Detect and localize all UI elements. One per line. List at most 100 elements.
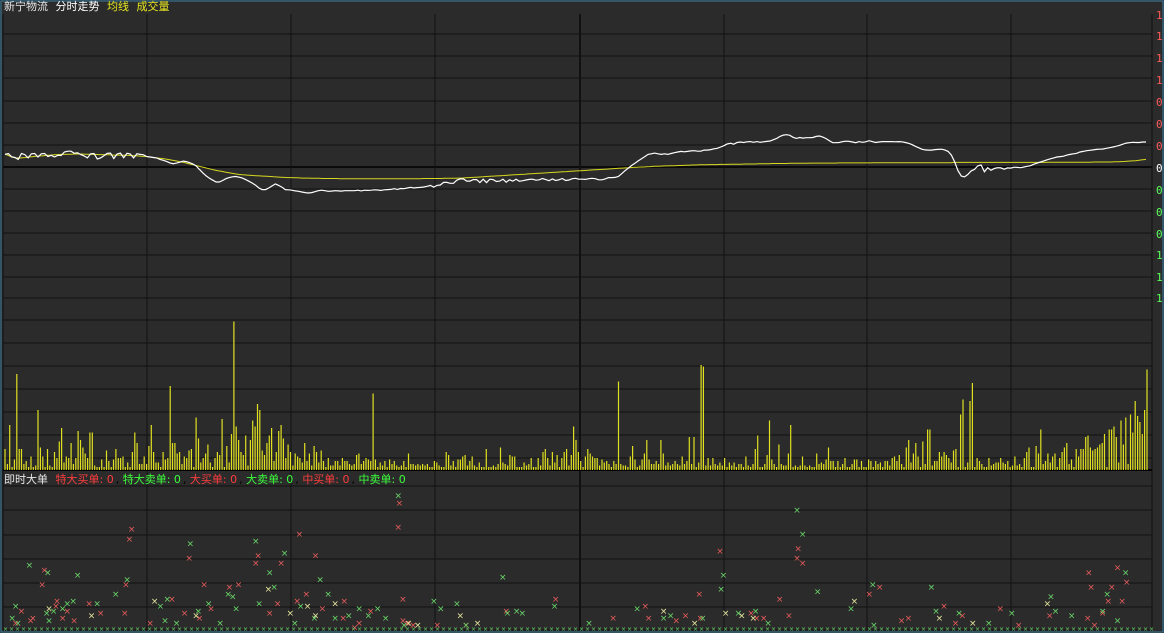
- order-mark-sell: ×: [1114, 616, 1122, 626]
- order-mark-sell: ×: [504, 609, 512, 619]
- stock-name[interactable]: 新宁物流: [4, 0, 48, 13]
- stat-big-buy: 大买单: 0: [189, 473, 238, 486]
- order-mark-buy: ×: [126, 535, 134, 545]
- order-mark-buy: ×: [940, 602, 948, 612]
- order-mark-sell: ×: [355, 604, 363, 614]
- order-mark-buy: ×: [866, 590, 874, 600]
- order-mark-buy: ×: [794, 544, 802, 554]
- order-mark-neutral: ×: [88, 612, 96, 622]
- order-mark-sell: ×: [74, 571, 82, 581]
- order-mark-buy: ×: [1087, 583, 1095, 593]
- order-mark-buy: ×: [185, 554, 193, 564]
- order-mark-sell: ×: [69, 597, 77, 607]
- order-mark-sell: ×: [205, 600, 213, 610]
- order-mark-sell: ×: [255, 600, 263, 610]
- avg-line-legend[interactable]: 均线: [107, 0, 129, 13]
- order-mark-neutral: ×: [192, 612, 200, 622]
- chart-canvas[interactable]: ××××××××××××× ×××××××××××× ×××××××××××××××…: [0, 0, 1164, 633]
- axis-tick-label: 0: [1156, 184, 1163, 197]
- big-order-header: 即时大单 特大买单: 0, 特大卖单: 0, 大买单: 0, 大卖单: 0, 中…: [4, 473, 406, 486]
- stat-mid-sell: 中卖单: 0: [358, 473, 406, 486]
- order-mark-buy: ×: [296, 530, 304, 540]
- order-mark-buy: ×: [266, 609, 274, 619]
- order-mark-sell: ×: [799, 530, 807, 540]
- stat-big-sell: 大卖单: 0: [246, 473, 294, 486]
- order-mark-buy: ×: [319, 604, 327, 614]
- order-mark-buy: ×: [905, 614, 913, 624]
- order-mark-sell: ×: [395, 492, 403, 502]
- order-mark-buy: ×: [785, 612, 793, 622]
- intraday-chart-window: × × × × × × × × × × × × × × × × × × × × × × × × × × × × × × × × × × × × × × × ×…: [0, 0, 1164, 633]
- order-mark-neutral: ×: [304, 602, 312, 612]
- volume-legend[interactable]: 成交量: [137, 0, 170, 13]
- order-mark-sell: ×: [1052, 607, 1060, 617]
- order-mark-buy: ×: [200, 580, 208, 590]
- order-mark-sell: ×: [232, 604, 240, 614]
- order-mark-buy: ×: [682, 612, 690, 622]
- order-mark-sell: ×: [161, 616, 169, 626]
- order-mark-sell: ×: [720, 571, 728, 581]
- order-mark-buy: ×: [1114, 564, 1122, 574]
- axis-tick-label: 1: [1156, 52, 1163, 65]
- order-mark-sell: ×: [382, 614, 390, 624]
- order-mark-buy: ×: [1118, 597, 1126, 607]
- order-mark-sell: ×: [633, 604, 641, 614]
- axis-tick-label: 1: [1156, 74, 1163, 87]
- order-mark-buy: ×: [716, 547, 724, 557]
- order-mark-buy: ×: [235, 580, 243, 590]
- order-mark-sell: ×: [551, 602, 559, 612]
- order-mark-sell: ×: [26, 561, 34, 571]
- order-mark-buy: ×: [85, 600, 93, 610]
- order-mark-sell: ×: [928, 583, 936, 593]
- order-mark-neutral: ×: [287, 609, 295, 619]
- order-mark-buy: ×: [121, 609, 129, 619]
- order-mark-neutral: ×: [457, 612, 465, 622]
- axis-tick-label: 1: [1156, 249, 1163, 262]
- order-mark-neutral: ×: [660, 607, 668, 617]
- order-mark-buy: ×: [609, 614, 617, 624]
- order-mark-buy: ×: [799, 559, 807, 569]
- order-mark-sell: ×: [266, 568, 274, 578]
- order-mark-buy: ×: [274, 600, 282, 610]
- order-mark-buy: ×: [38, 580, 46, 590]
- order-mark-neutral: ×: [722, 609, 730, 619]
- order-mark-buy: ×: [341, 597, 349, 607]
- order-mark-sell: ×: [45, 616, 53, 626]
- big-order-title[interactable]: 即时大单: [4, 473, 48, 486]
- order-mark-sell: ×: [44, 568, 52, 578]
- order-mark-sell: ×: [814, 588, 822, 598]
- order-mark-sell: ×: [793, 506, 801, 516]
- axis-tick-label: 0: [1156, 96, 1163, 109]
- order-mark-buy: ×: [997, 604, 1005, 614]
- order-mark-buy: ×: [277, 559, 285, 569]
- order-mark-sell: ×: [699, 614, 707, 624]
- order-mark-buy: ×: [70, 616, 78, 626]
- order-mark-sell: ×: [365, 612, 373, 622]
- order-mark-sell: ×: [1099, 607, 1107, 617]
- stat-super-sell: 特大卖单: 0: [122, 473, 181, 486]
- order-mark-sell: ×: [324, 590, 332, 600]
- axis-tick-label: 1: [1156, 271, 1163, 284]
- order-mark-buy: ×: [876, 583, 884, 593]
- order-mark-sell: ×: [374, 604, 382, 614]
- order-mark-sell: ×: [955, 609, 963, 619]
- order-mark-sell: ×: [1103, 590, 1111, 600]
- order-mark-sell: ×: [717, 585, 725, 595]
- axis-tick-label: 0: [1156, 118, 1163, 131]
- order-mark-sell: ×: [437, 604, 445, 614]
- order-mark-buy: ×: [645, 614, 653, 624]
- chart-background: [0, 0, 1164, 633]
- order-mark-buy: ×: [399, 595, 407, 605]
- order-mark-sell: ×: [316, 576, 324, 586]
- order-mark-sell: ×: [252, 537, 260, 547]
- order-mark-neutral: ×: [151, 597, 159, 607]
- order-mark-sell: ×: [123, 576, 131, 586]
- order-mark-sell: ×: [1068, 612, 1076, 622]
- chart-mode-label[interactable]: 分时走势: [56, 0, 100, 13]
- order-mark-neutral: ×: [45, 604, 53, 614]
- order-mark-buy: ×: [642, 602, 650, 612]
- order-mark-sell: ×: [281, 549, 289, 559]
- order-mark-buy: ×: [97, 609, 105, 619]
- order-mark-sell: ×: [519, 609, 527, 619]
- order-mark-neutral: ×: [312, 612, 320, 622]
